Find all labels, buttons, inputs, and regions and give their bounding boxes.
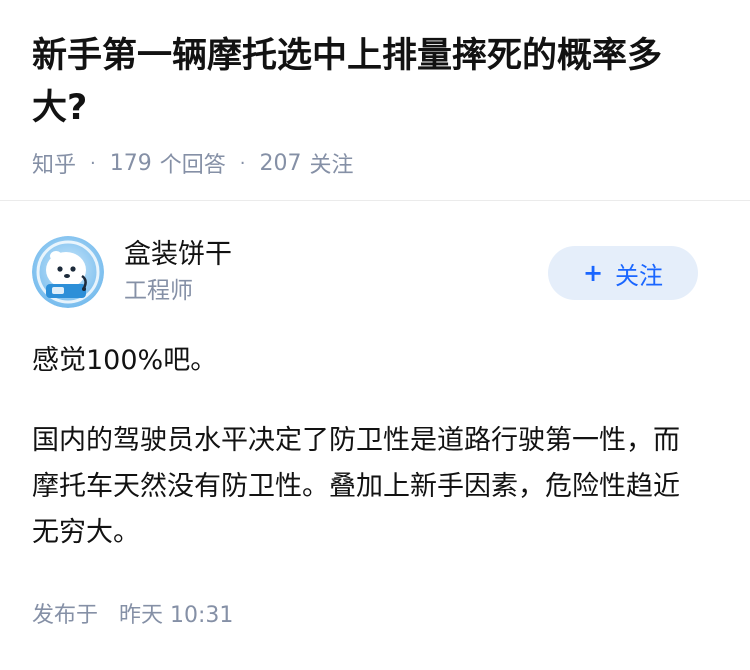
follow-label: 关注 [615, 261, 664, 290]
author-name[interactable]: 盒装饼干 [124, 238, 232, 272]
followers-count: 207 [259, 150, 302, 176]
answers-label: 个回答 [159, 153, 226, 178]
published-time: 昨天 10:31 [119, 603, 234, 628]
question-title[interactable]: 新手第一辆摩托选中上排量摔死的概率多大? [32, 30, 712, 134]
robot-avatar-icon[interactable] [32, 236, 104, 308]
answer-paragraph: 国内的驾驶员水平决定了防卫性是道路行驶第一性，而摩托车天然没有防卫性。叠加上新手… [32, 425, 680, 548]
author-title: 工程师 [124, 278, 193, 304]
separator-dot: · [239, 152, 246, 174]
published-label: 发布于 [32, 603, 99, 628]
followers-label: 关注 [309, 153, 354, 178]
question-meta: 知乎 · 179 个回答 · 207 关注 [32, 147, 718, 179]
author-card: 盒装饼干 工程师 + 关注 [32, 236, 718, 308]
publish-info: 发布于 昨天 10:31 [32, 600, 233, 632]
answer-paragraph: 感觉100%吧。 [32, 345, 218, 376]
question-header: 新手第一辆摩托选中上排量摔死的概率多大? 知乎 · 179 个回答 · 207 … [0, 0, 750, 178]
plus-icon: + [582, 259, 604, 287]
separator-dot: · [90, 152, 96, 174]
answer-content: 感觉100%吧。 国内的驾驶员水平决定了防卫性是道路行驶第一性，而摩托车天然没有… [32, 338, 718, 556]
section-divider [0, 200, 750, 201]
source-label[interactable]: 知乎 [32, 147, 76, 179]
follow-button[interactable]: + 关注 [548, 246, 698, 300]
answers-count: 179 [109, 150, 152, 176]
